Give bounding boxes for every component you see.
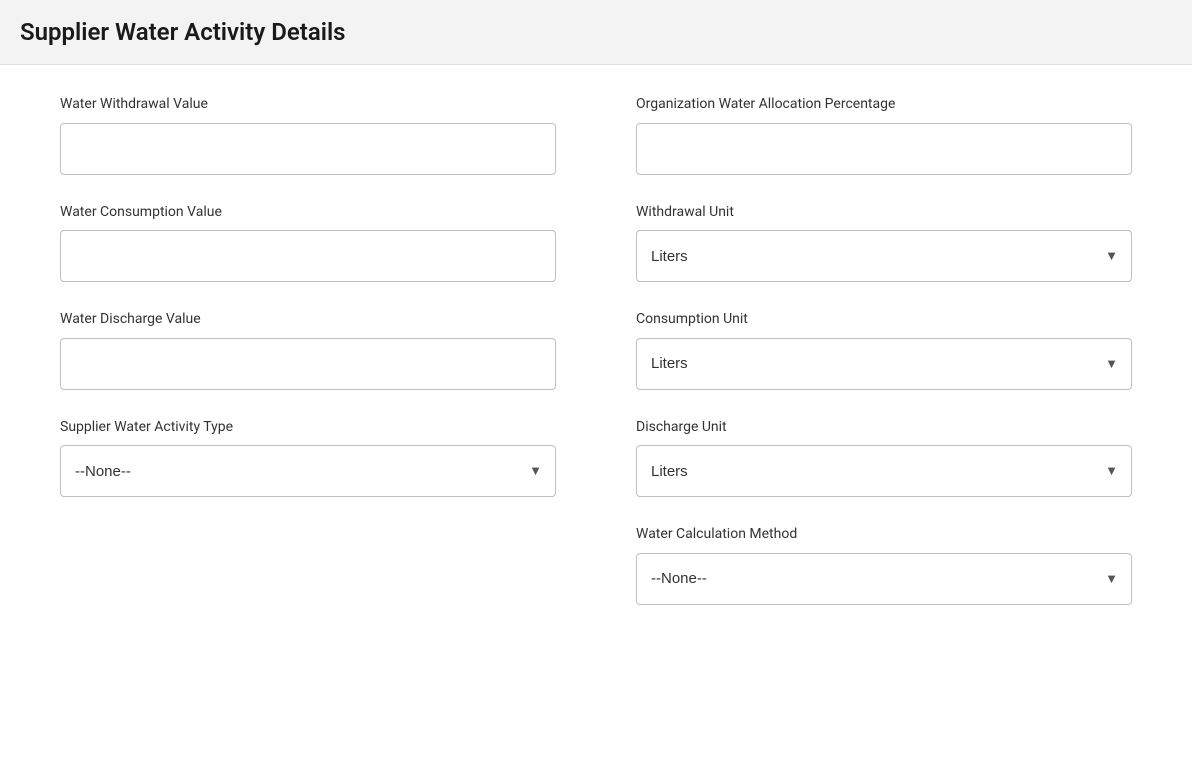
water-withdrawal-value-label: Water Withdrawal Value <box>60 95 556 115</box>
water-discharge-value-group: Water Discharge Value <box>60 310 556 390</box>
discharge-unit-group: Discharge Unit Liters <box>636 418 1132 498</box>
water-consumption-value-label: Water Consumption Value <box>60 203 556 223</box>
withdrawal-unit-wrapper: Liters <box>636 230 1132 282</box>
org-water-allocation-percentage-input[interactable] <box>636 123 1132 175</box>
water-calculation-method-select[interactable]: --None-- <box>636 553 1132 605</box>
water-consumption-value-group: Water Consumption Value <box>60 203 556 283</box>
consumption-unit-group: Consumption Unit Liters <box>636 310 1132 390</box>
discharge-unit-select[interactable]: Liters <box>636 445 1132 497</box>
consumption-unit-label: Consumption Unit <box>636 310 1132 330</box>
supplier-water-activity-type-select[interactable]: --None-- <box>60 445 556 497</box>
withdrawal-unit-group: Withdrawal Unit Liters <box>636 203 1132 283</box>
water-consumption-value-input[interactable] <box>60 230 556 282</box>
discharge-unit-wrapper: Liters <box>636 445 1132 497</box>
page-title: Supplier Water Activity Details <box>20 18 1172 46</box>
withdrawal-unit-select[interactable]: Liters <box>636 230 1132 282</box>
supplier-water-activity-type-wrapper: --None-- <box>60 445 556 497</box>
page-header: Supplier Water Activity Details <box>0 0 1192 65</box>
withdrawal-unit-label: Withdrawal Unit <box>636 203 1132 223</box>
discharge-unit-label: Discharge Unit <box>636 418 1132 438</box>
water-discharge-value-input[interactable] <box>60 338 556 390</box>
water-withdrawal-value-input[interactable] <box>60 123 556 175</box>
supplier-water-activity-type-label: Supplier Water Activity Type <box>60 418 556 438</box>
org-water-allocation-percentage-group: Organization Water Allocation Percentage <box>636 95 1132 175</box>
consumption-unit-wrapper: Liters <box>636 338 1132 390</box>
consumption-unit-select[interactable]: Liters <box>636 338 1132 390</box>
water-calculation-method-wrapper: --None-- <box>636 553 1132 605</box>
left-column: Water Withdrawal Value Water Consumption… <box>60 95 556 633</box>
form-container: Water Withdrawal Value Water Consumption… <box>0 65 1192 663</box>
supplier-water-activity-type-group: Supplier Water Activity Type --None-- <box>60 418 556 498</box>
water-withdrawal-value-group: Water Withdrawal Value <box>60 95 556 175</box>
form-grid: Water Withdrawal Value Water Consumption… <box>60 95 1132 633</box>
water-calculation-method-group: Water Calculation Method --None-- <box>636 525 1132 605</box>
water-calculation-method-label: Water Calculation Method <box>636 525 1132 545</box>
right-column: Organization Water Allocation Percentage… <box>636 95 1132 633</box>
water-discharge-value-label: Water Discharge Value <box>60 310 556 330</box>
org-water-allocation-percentage-label: Organization Water Allocation Percentage <box>636 95 1132 115</box>
